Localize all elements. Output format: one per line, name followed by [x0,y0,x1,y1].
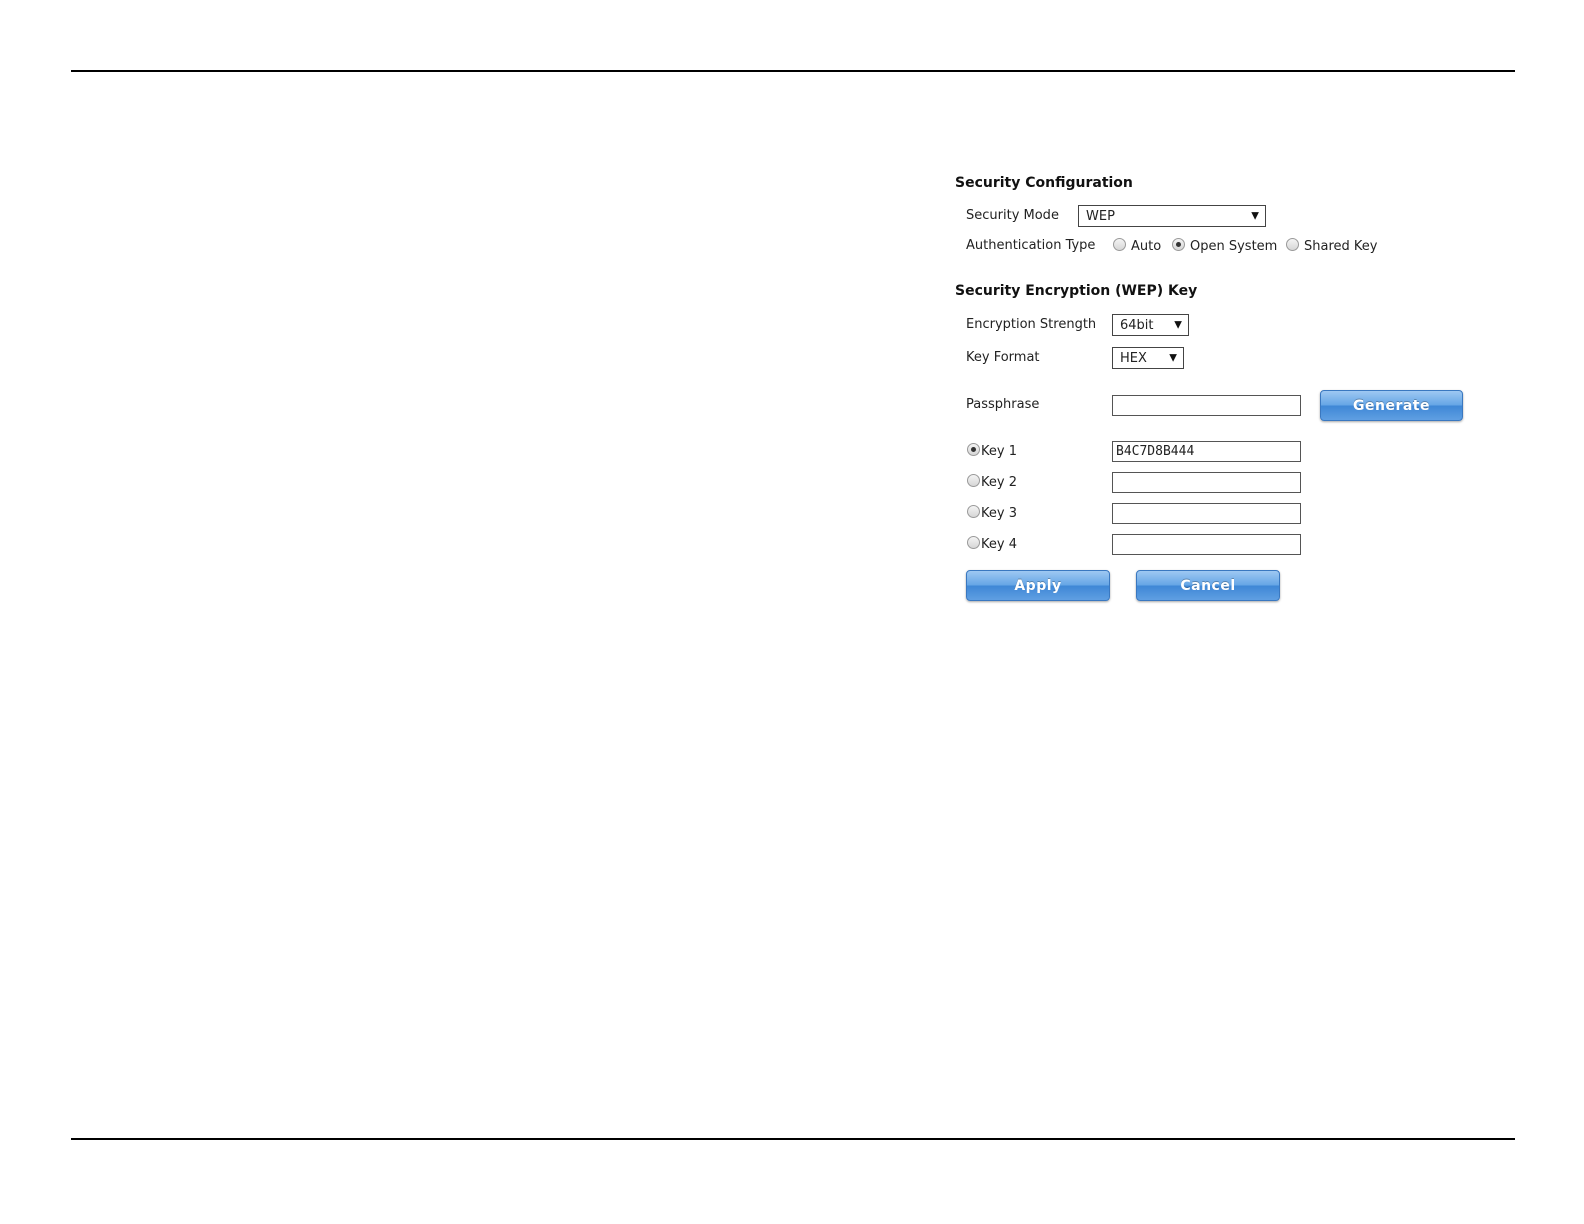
chevron-down-icon: ▼ [1169,352,1177,364]
encryption-strength-select[interactable]: 64bit ▼ [1112,314,1189,336]
key-1-input[interactable] [1112,441,1301,462]
key-3-input[interactable] [1112,503,1301,524]
auth-auto-radio[interactable] [1113,238,1126,251]
key-format-select[interactable]: HEX ▼ [1112,347,1184,369]
generate-button[interactable]: Generate [1320,390,1463,421]
top-divider [71,70,1515,72]
key-4-label: Key 4 [981,537,1017,552]
passphrase-input[interactable] [1112,395,1301,416]
security-mode-value: WEP [1086,208,1115,224]
key-1-radio[interactable] [967,443,980,456]
passphrase-label: Passphrase [966,397,1040,412]
cancel-button[interactable]: Cancel [1136,570,1280,601]
auth-auto-label: Auto [1131,239,1162,254]
chevron-down-icon: ▼ [1251,210,1259,222]
encryption-strength-label: Encryption Strength [966,317,1097,332]
key-4-radio[interactable] [967,536,980,549]
key-2-radio[interactable] [967,474,980,487]
chevron-down-icon: ▼ [1174,319,1182,331]
authentication-type-label: Authentication Type [966,238,1096,253]
security-mode-label: Security Mode [966,208,1059,223]
key-4-input[interactable] [1112,534,1301,555]
key-format-value: HEX [1120,350,1147,366]
bottom-divider [71,1138,1515,1140]
auth-shared-key-radio[interactable] [1286,238,1299,251]
apply-button[interactable]: Apply [966,570,1110,601]
security-configuration-heading: Security Configuration [955,175,1133,191]
security-mode-select[interactable]: WEP ▼ [1078,205,1266,227]
auth-open-system-radio[interactable] [1172,238,1185,251]
key-3-label: Key 3 [981,506,1017,521]
encryption-strength-value: 64bit [1120,317,1154,333]
wep-key-heading: Security Encryption (WEP) Key [955,283,1198,299]
key-2-label: Key 2 [981,475,1017,490]
key-2-input[interactable] [1112,472,1301,493]
key-3-radio[interactable] [967,505,980,518]
auth-open-system-label: Open System [1190,239,1278,254]
key-1-label: Key 1 [981,444,1017,459]
key-format-label: Key Format [966,350,1040,365]
auth-shared-key-label: Shared Key [1304,239,1378,254]
